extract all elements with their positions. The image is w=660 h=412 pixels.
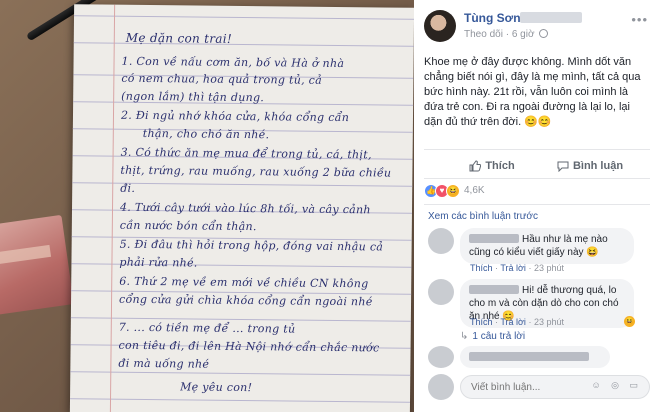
like-button[interactable]: Thích	[442, 155, 542, 177]
letter-line: 2. Đi ngủ nhớ khóa cửa, khóa cổng cẩn	[120, 108, 350, 125]
comment-actions: Thích · Trả lời · 23 phút	[470, 317, 564, 327]
reply-arrow-icon: ↳	[460, 331, 469, 342]
user-avatar	[428, 374, 454, 400]
letter-line: thịt, trứng, rau muống, rau xuống 2 bữa …	[120, 163, 392, 180]
comment-icon	[557, 161, 569, 173]
letter-line: phải rửa nhé.	[119, 255, 198, 270]
write-comment-row: ☺ ◎ ▭	[428, 372, 650, 402]
letter-line: 1. Con về nấu cơm ăn, bố và Hà ở nhà	[121, 54, 345, 71]
letter-line: cổng cửa gửi chìa khóa cổng cẩn ngoài nh…	[119, 292, 373, 309]
comment-like-link[interactable]: Thích	[470, 263, 493, 273]
comment-reply-link[interactable]: Trả lời	[500, 317, 526, 327]
post-header: Tùng Sơn Theo dõi · 6 giờ •••	[424, 10, 650, 46]
view-replies-link[interactable]: ↳ 1 câu trả lời	[460, 331, 525, 342]
reaction-summary[interactable]: 👍 ♥ 😆 4,6K	[424, 184, 650, 200]
haha-reaction-icon: 😆	[446, 184, 460, 198]
comment-bubble: Hầu như là mẹ nào cũng có kiểu viết giấy…	[460, 228, 634, 264]
comment-button[interactable]: Bình luận	[540, 155, 640, 177]
commenter-name-blurred[interactable]	[469, 234, 519, 243]
letter-line: có nem chua, hoa quả trong tủ, cả	[121, 71, 323, 87]
post-photo[interactable]: Mẹ dặn con trai! 1. Con về nấu cơm ăn, b…	[0, 0, 414, 412]
author-name[interactable]: Tùng Sơn	[464, 11, 521, 25]
letter-line: cần nước bón cẩn thận.	[119, 218, 257, 234]
commenter-avatar[interactable]	[428, 279, 454, 305]
comment-reply-link[interactable]: Trả lời	[500, 263, 526, 273]
letter-line: 7. ... có tiền mẹ để ... trong tủ	[118, 320, 296, 336]
post-panel: Tùng Sơn Theo dõi · 6 giờ ••• Khoe mẹ ở …	[414, 0, 660, 412]
commenter-name-blurred[interactable]	[469, 352, 589, 361]
divider	[424, 178, 650, 179]
comment: Hầu như là mẹ nào cũng có kiểu viết giấy…	[428, 228, 650, 278]
post-text: Khoe mẹ ở đây được không. Mình dốt văn c…	[424, 56, 641, 128]
commenter-avatar[interactable]	[428, 346, 454, 368]
comment-time[interactable]: 23 phút	[534, 317, 564, 327]
more-icon[interactable]: •••	[631, 12, 648, 27]
comment-bubble	[460, 346, 610, 368]
letter-line: con tiêu đi, đi lên Hà Nội nhớ cẩn chắc …	[118, 338, 380, 355]
letter-line: đi mà uống nhé	[118, 356, 210, 371]
reaction-count: 4,6K	[464, 185, 485, 196]
divider	[424, 204, 650, 205]
letter-line: 6. Thứ 2 mẹ về em mới về chiều CN không	[119, 274, 369, 291]
letter-line: 3. Có thức ăn mẹ mua để trong tủ, cá, th…	[120, 145, 372, 162]
letter-line: 4. Tưới cây tưới vào lúc 8h tối, và cây …	[119, 200, 371, 217]
letter-signoff: Mẹ yêu con!	[180, 380, 253, 395]
post-meta: Theo dõi · 6 giờ	[464, 29, 549, 40]
view-previous-comments[interactable]: Xem các bình luận trước	[428, 211, 538, 222]
globe-icon	[539, 29, 549, 38]
banknote	[0, 214, 74, 316]
letter-heading: Mẹ dặn con trai!	[125, 30, 233, 46]
commenter-name-blurred[interactable]	[469, 285, 519, 294]
letter-paper: Mẹ dặn con trai! 1. Con về nấu cơm ăn, b…	[69, 4, 414, 412]
haha-reaction-icon[interactable]: 😆	[624, 316, 635, 327]
comment	[428, 346, 650, 370]
input-emoji-icons[interactable]: ☺ ◎ ▭	[591, 380, 642, 391]
follow-link[interactable]: Theo dõi	[464, 29, 503, 40]
blurred-name	[520, 12, 582, 23]
post-time[interactable]: 6 giờ	[512, 29, 535, 40]
divider	[424, 149, 650, 150]
comment-actions: Thích · Trả lời · 23 phút	[470, 263, 564, 273]
post-actions: Thích Bình luận	[424, 155, 650, 177]
comment-time[interactable]: 23 phút	[534, 263, 564, 273]
thumbs-up-icon	[469, 160, 482, 172]
commenter-avatar[interactable]	[428, 228, 454, 254]
author-avatar[interactable]	[424, 10, 456, 42]
letter-line: 5. Đi đâu thì hỏi trong hộp, đóng vai nh…	[119, 237, 384, 254]
letter-line: thận, cho chó ăn nhé.	[142, 126, 270, 142]
letter-line: (ngon lắm) thì tận dụng.	[121, 89, 265, 105]
letter-line: đi.	[120, 181, 136, 195]
comment-like-link[interactable]: Thích	[470, 317, 493, 327]
comment: Hi! dễ thương quá, lo cho m và còn dặn d…	[428, 279, 650, 329]
